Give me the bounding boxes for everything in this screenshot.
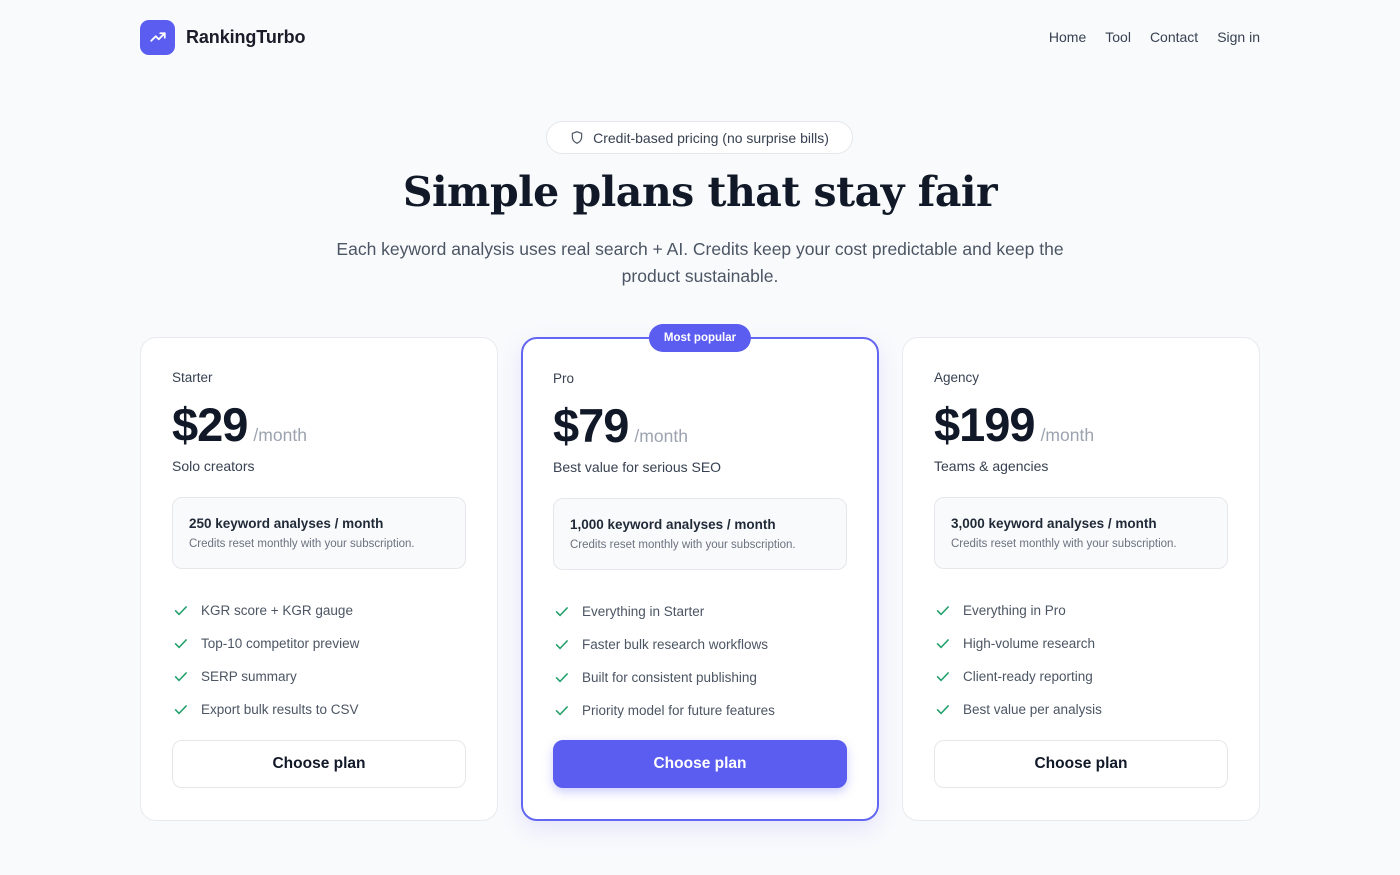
most-popular-badge: Most popular (648, 324, 752, 352)
nav-link-home[interactable]: Home (1049, 29, 1086, 45)
plan-name: Starter (172, 370, 213, 385)
price-row: $29 /month (172, 398, 466, 451)
feature-item: Everything in Pro (934, 594, 1228, 627)
feature-item: Best value per analysis (934, 693, 1228, 726)
feature-item: Priority model for future features (553, 694, 847, 727)
check-icon (555, 607, 568, 617)
plan-card-starter: Starter $29 /month Solo creators 250 key… (140, 337, 498, 821)
price-row: $199 /month (934, 398, 1228, 451)
check-icon (936, 705, 949, 715)
feature-item: Everything in Starter (553, 595, 847, 628)
check-icon (936, 672, 949, 682)
plan-card-pro: Most popular Pro $79 /month Best value f… (521, 324, 879, 821)
plan-card-agency: Agency $199 /month Teams & agencies 3,00… (902, 337, 1260, 821)
feature-text: Faster bulk research workflows (582, 637, 769, 652)
check-icon (174, 606, 187, 616)
feature-text: SERP summary (201, 669, 297, 684)
plan-price: $199 (934, 398, 1036, 451)
plan-period: /month (634, 426, 688, 446)
check-icon (174, 672, 187, 682)
pricing-pill: Credit-based pricing (no surprise bills) (546, 121, 853, 154)
feature-list: Everything in Starter Faster bulk resear… (553, 595, 847, 727)
plan-period: /month (1040, 425, 1095, 445)
feature-item: Built for consistent publishing (553, 661, 847, 694)
feature-item: Client-ready reporting (934, 660, 1228, 693)
plan-name: Pro (553, 371, 575, 386)
feature-text: Export bulk results to CSV (201, 702, 359, 717)
price-row: $79 /month (553, 399, 847, 452)
check-icon (174, 639, 187, 649)
choose-plan-pro-button[interactable]: Choose plan (553, 740, 847, 788)
page-subtitle: Each keyword analysis uses real search +… (336, 239, 1064, 286)
check-icon (555, 706, 568, 716)
choose-plan-agency-button[interactable]: Choose plan (934, 740, 1228, 788)
feature-item: SERP summary (172, 660, 466, 693)
plan-price: $29 (172, 398, 248, 451)
feature-text: Best value per analysis (963, 702, 1102, 717)
check-icon (936, 639, 949, 649)
check-icon (555, 640, 568, 650)
nav-link-contact[interactable]: Contact (1150, 29, 1198, 45)
pill-text: Credit-based pricing (no surprise bills) (593, 129, 829, 146)
trending-up-icon[interactable] (140, 19, 175, 55)
shield-icon (571, 131, 583, 144)
credits-box: 250 keyword analyses / month Credits res… (172, 497, 466, 569)
feature-list: KGR score + KGR gauge Top-10 competitor … (172, 594, 466, 726)
nav-links: Home Tool Contact Sign in (1049, 29, 1260, 45)
feature-text: Built for consistent publishing (582, 670, 757, 685)
credits-box: 1,000 keyword analyses / month Credits r… (553, 498, 847, 570)
credits-title: 3,000 keyword analyses / month (951, 516, 1157, 531)
feature-item: High-volume research (934, 627, 1228, 660)
nav-link-tool[interactable]: Tool (1105, 29, 1131, 45)
plan-tagline: Best value for serious SEO (553, 459, 722, 475)
credits-title: 250 keyword analyses / month (189, 516, 384, 531)
brand-name: RankingTurbo (186, 26, 306, 47)
feature-list: Everything in Pro High-volume research C… (934, 594, 1228, 726)
feature-text: Priority model for future features (582, 703, 775, 718)
check-icon (555, 673, 568, 683)
feature-text: Everything in Starter (582, 604, 705, 619)
plan-name: Agency (934, 370, 980, 385)
feature-item: Top-10 competitor preview (172, 627, 466, 660)
plan-tagline: Solo creators (172, 458, 255, 474)
credits-note: Credits reset monthly with your subscrip… (951, 538, 1177, 550)
nav-link-sign-in[interactable]: Sign in (1217, 29, 1260, 45)
plan-tagline: Teams & agencies (934, 458, 1049, 474)
brand[interactable]: RankingTurbo (140, 19, 306, 55)
plan-price: $79 (553, 399, 629, 452)
credits-box: 3,000 keyword analyses / month Credits r… (934, 497, 1228, 569)
feature-text: Everything in Pro (963, 603, 1066, 618)
feature-text: Client-ready reporting (963, 669, 1093, 684)
feature-text: High-volume research (963, 636, 1096, 651)
top-nav: RankingTurbo Home Tool Contact Sign in (140, 19, 1260, 55)
plan-period: /month (253, 425, 307, 445)
check-icon (174, 705, 187, 715)
feature-item: Faster bulk research workflows (553, 628, 847, 661)
feature-item: KGR score + KGR gauge (172, 594, 466, 627)
feature-text: KGR score + KGR gauge (201, 603, 353, 618)
credits-note: Credits reset monthly with your subscrip… (570, 539, 796, 551)
credits-note: Credits reset monthly with your subscrip… (189, 538, 415, 550)
page-title: Simple plans that stay fair (402, 168, 998, 216)
check-icon (936, 606, 949, 616)
credits-title: 1,000 keyword analyses / month (570, 517, 776, 532)
feature-item: Export bulk results to CSV (172, 693, 466, 726)
choose-plan-starter-button[interactable]: Choose plan (172, 740, 466, 788)
feature-text: Top-10 competitor preview (201, 636, 360, 651)
